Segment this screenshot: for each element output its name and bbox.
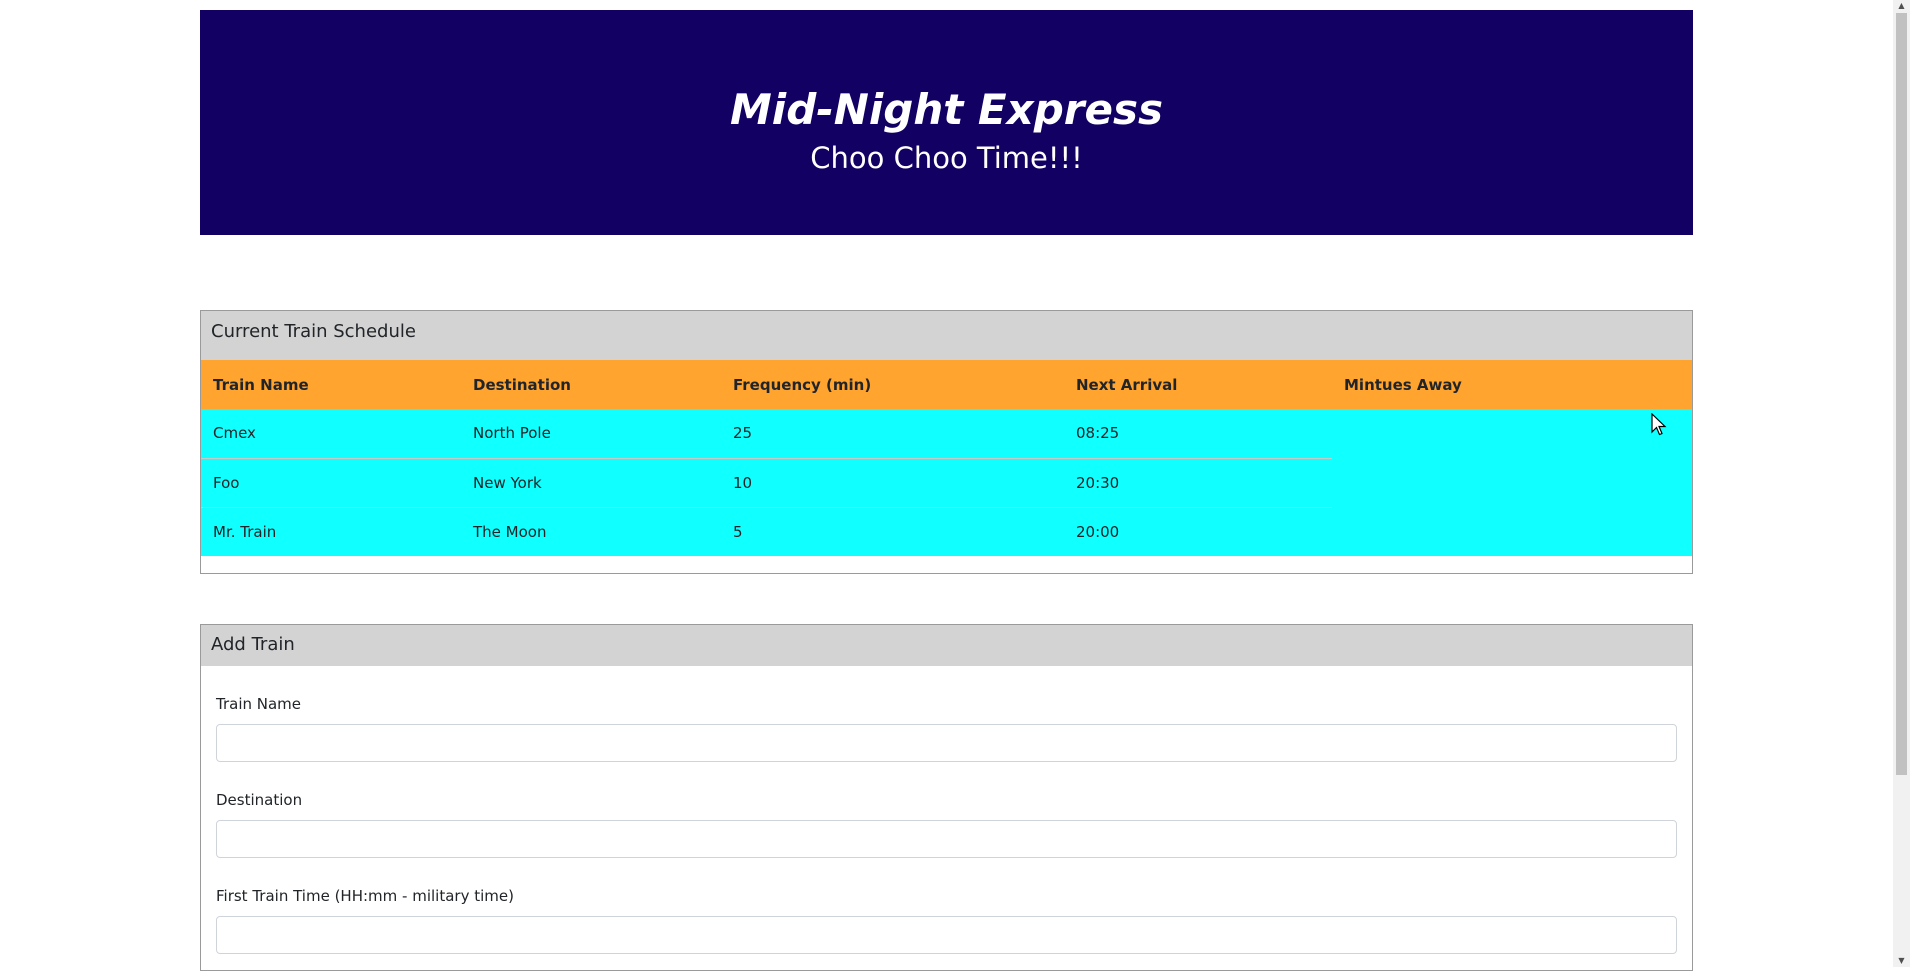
train-schedule-card: Current Train Schedule Train Name Destin…	[200, 310, 1693, 574]
table-header-row: Train Name Destination Frequency (min) N…	[201, 360, 1692, 409]
table-row: Foo New York 10 20:30	[201, 457, 1692, 507]
cell-minutes-away	[1332, 458, 1692, 507]
vertical-scrollbar[interactable]: ▲ ▼	[1893, 0, 1910, 967]
destination-group: Destination	[216, 791, 1677, 858]
column-header-next-arrival: Next Arrival	[1076, 375, 1178, 394]
cell-minutes-away	[1332, 409, 1692, 458]
train-name-group: Train Name	[216, 695, 1677, 762]
cell-destination: North Pole	[473, 424, 551, 443]
first-train-time-input[interactable]	[216, 916, 1677, 954]
page-subtitle: Choo Choo Time!!!	[810, 141, 1083, 175]
cell-train-name: Mr. Train	[201, 506, 461, 556]
scrollbar-thumb[interactable]	[1896, 13, 1907, 775]
train-schedule-table: Train Name Destination Frequency (min) N…	[201, 360, 1692, 556]
scroll-up-arrow-icon[interactable]: ▲	[1893, 0, 1910, 12]
schedule-card-header: Current Train Schedule	[201, 311, 1692, 360]
first-train-time-group: First Train Time (HH:mm - military time)	[216, 887, 1677, 954]
table-row: Cmex North Pole 25 08:25	[201, 409, 1692, 458]
destination-input[interactable]	[216, 820, 1677, 858]
cell-train-name: Foo	[201, 457, 461, 507]
destination-label: Destination	[216, 791, 303, 809]
page-header: Mid-Night Express Choo Choo Time!!!	[200, 10, 1693, 235]
cell-destination: New York	[461, 457, 721, 507]
table-row: Mr. Train The Moon 5 20:00	[201, 506, 1692, 556]
train-name-label: Train Name	[216, 695, 302, 713]
cell-next-arrival: 20:00	[1064, 506, 1332, 556]
cell-frequency: 10	[721, 457, 1064, 507]
cell-minutes-away	[1332, 507, 1692, 556]
train-name-input[interactable]	[216, 724, 1677, 762]
column-header-frequency: Frequency (min)	[733, 375, 872, 394]
mouse-pointer-icon	[1651, 413, 1667, 436]
cell-frequency: 25	[733, 424, 753, 443]
scroll-down-arrow-icon[interactable]: ▼	[1893, 955, 1910, 967]
add-train-card: Add Train Train Name Destination First T…	[200, 624, 1693, 971]
cell-next-arrival: 08:25	[1076, 424, 1120, 443]
page-title: Mid-Night Express	[730, 85, 1163, 134]
cell-destination: The Moon	[461, 506, 721, 556]
column-header-minutes-away: Mintues Away	[1344, 375, 1462, 394]
cell-train-name: Cmex	[213, 424, 256, 443]
add-train-card-header: Add Train	[201, 625, 1692, 666]
column-header-train-name: Train Name	[213, 375, 309, 394]
cell-next-arrival: 20:30	[1064, 457, 1332, 507]
first-train-time-label: First Train Time (HH:mm - military time)	[216, 887, 514, 905]
cell-frequency: 5	[721, 506, 1064, 556]
column-header-destination: Destination	[473, 375, 571, 394]
